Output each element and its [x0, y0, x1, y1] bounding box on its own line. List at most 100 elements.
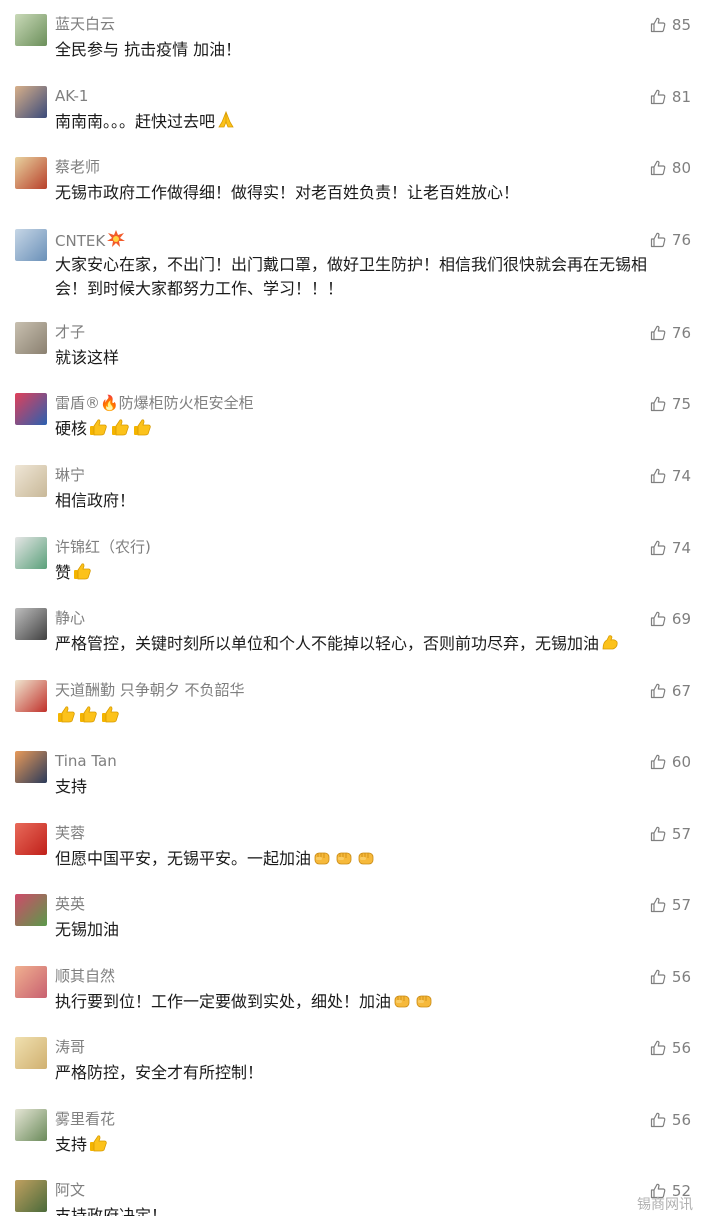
muscle-emoji-icon: [602, 635, 618, 650]
like-button[interactable]: 85: [650, 15, 691, 35]
avatar[interactable]: [15, 14, 47, 46]
comment-text: 严格防控，安全才有所控制！: [55, 1063, 264, 1082]
comment-content: 严格管控，关键时刻所以单位和个人不能掉以轻心，否则前功尽弃，无锡加油: [55, 632, 675, 656]
like-button[interactable]: 76: [650, 230, 691, 250]
comment-nickname[interactable]: CNTEK: [55, 229, 127, 251]
watermark: 锡商网讯: [637, 1197, 693, 1213]
avatar[interactable]: [15, 537, 47, 569]
avatar[interactable]: [15, 894, 47, 926]
avatar[interactable]: [15, 1037, 47, 1069]
avatar[interactable]: [15, 229, 47, 261]
comment-nickname[interactable]: 雷盾®🔥防爆柜防火柜安全柜: [55, 393, 254, 413]
fist-emoji-icon: [416, 995, 432, 1008]
thumbs-up-icon: [650, 1112, 666, 1128]
like-count: 75: [671, 395, 691, 413]
avatar[interactable]: [15, 393, 47, 425]
comment-nickname[interactable]: 天道酬勤 只争朝夕 不负韶华: [55, 680, 245, 700]
nickname-text: 涛哥: [55, 1038, 86, 1056]
thumb-emoji-icon: [134, 419, 151, 436]
like-count: 81: [671, 88, 691, 106]
like-button[interactable]: 75: [650, 394, 691, 414]
avatar[interactable]: [15, 86, 47, 118]
comment-nickname[interactable]: 顺其自然: [55, 966, 115, 986]
like-button[interactable]: 56: [650, 1110, 691, 1130]
comment-text: 就该这样: [55, 348, 120, 367]
nickname-text: 顺其自然: [55, 967, 116, 985]
comment-content: 支持: [55, 775, 675, 799]
comment-text: 大家安心在家，不出门！出门戴口罩，做好卫生防护！相信我们很快就会再在无锡相会！到…: [55, 255, 648, 298]
like-count: 67: [671, 682, 691, 700]
comment-nickname[interactable]: Tina Tan: [55, 751, 117, 771]
like-count: 60: [671, 753, 691, 771]
nickname-text: 才子: [55, 323, 86, 341]
like-button[interactable]: 80: [650, 158, 691, 178]
nickname-text: 雷盾®🔥防爆柜防火柜安全柜: [55, 394, 254, 412]
like-button[interactable]: 76: [650, 323, 691, 343]
avatar[interactable]: [15, 966, 47, 998]
comment-nickname[interactable]: 雾里看花: [55, 1109, 115, 1129]
comment-text: 南南南。。。赶快过去吧: [55, 112, 216, 131]
thumbs-up-icon: [650, 897, 666, 913]
thumb-emoji-icon: [80, 706, 97, 723]
thumbs-up-icon: [650, 160, 666, 176]
thumb-emoji-icon: [74, 563, 91, 580]
like-button[interactable]: 81: [650, 87, 691, 107]
like-count: 57: [671, 825, 691, 843]
comment-nickname[interactable]: 蔡老师: [55, 157, 100, 177]
comment-content: 相信政府！: [55, 489, 675, 513]
nickname-text: 英英: [55, 895, 86, 913]
like-button[interactable]: 69: [650, 609, 691, 629]
thumb-emoji-icon: [90, 1135, 107, 1152]
thumbs-up-icon: [650, 540, 666, 556]
comment-nickname[interactable]: 涛哥: [55, 1037, 85, 1057]
avatar[interactable]: [15, 1109, 47, 1141]
comment-text: 严格管控，关键时刻所以单位和个人不能掉以轻心，否则前功尽弃，无锡加油: [55, 634, 600, 653]
nickname-text: 芙蓉: [55, 824, 86, 842]
avatar[interactable]: [15, 157, 47, 189]
fist-emoji-icon: [394, 995, 410, 1008]
thumbs-up-icon: [650, 396, 666, 412]
avatar[interactable]: [15, 465, 47, 497]
thumbs-up-icon: [650, 325, 666, 341]
nickname-text: 静心: [55, 609, 86, 627]
like-button[interactable]: 57: [650, 824, 691, 844]
comment-nickname[interactable]: 才子: [55, 322, 85, 342]
comment-nickname[interactable]: 芙蓉: [55, 823, 85, 843]
like-button[interactable]: 60: [650, 752, 691, 772]
avatar[interactable]: [15, 1180, 47, 1212]
comment-text: 支持政府决定！: [55, 1206, 168, 1216]
like-count: 57: [671, 896, 691, 914]
comment-content: 严格防控，安全才有所控制！: [55, 1061, 675, 1085]
fist-emoji-icon: [336, 852, 352, 865]
like-button[interactable]: 74: [650, 538, 691, 558]
comment-nickname[interactable]: AK-1: [55, 86, 88, 106]
like-button[interactable]: 74: [650, 466, 691, 486]
like-button[interactable]: 56: [650, 967, 691, 987]
comment-nickname[interactable]: 蓝天白云: [55, 14, 115, 34]
comment-nickname[interactable]: 静心: [55, 608, 85, 628]
avatar[interactable]: [15, 751, 47, 783]
pray-emoji-icon: [218, 110, 234, 128]
thumbs-up-icon: [650, 17, 666, 33]
like-button[interactable]: 67: [650, 681, 691, 701]
comment-nickname[interactable]: 琳宁: [55, 465, 85, 485]
avatar[interactable]: [15, 608, 47, 640]
avatar[interactable]: [15, 823, 47, 855]
comment-nickname[interactable]: 阿文: [55, 1180, 85, 1200]
like-count: 85: [671, 16, 691, 34]
fist-emoji-icon: [314, 852, 330, 865]
thumbs-up-icon: [650, 611, 666, 627]
avatar[interactable]: [15, 680, 47, 712]
nickname-text: 雾里看花: [55, 1110, 116, 1128]
comment-content: 就该这样: [55, 346, 675, 370]
like-button[interactable]: 56: [650, 1038, 691, 1058]
like-count: 56: [671, 968, 691, 986]
like-count: 74: [671, 539, 691, 557]
comment-nickname[interactable]: 英英: [55, 894, 85, 914]
comment-text: 赞: [55, 563, 72, 582]
avatar[interactable]: [15, 322, 47, 354]
thumbs-up-icon: [650, 468, 666, 484]
comment-nickname[interactable]: 许锦红（农行): [55, 537, 151, 557]
like-button[interactable]: 57: [650, 895, 691, 915]
thumbs-up-icon: [650, 683, 666, 699]
